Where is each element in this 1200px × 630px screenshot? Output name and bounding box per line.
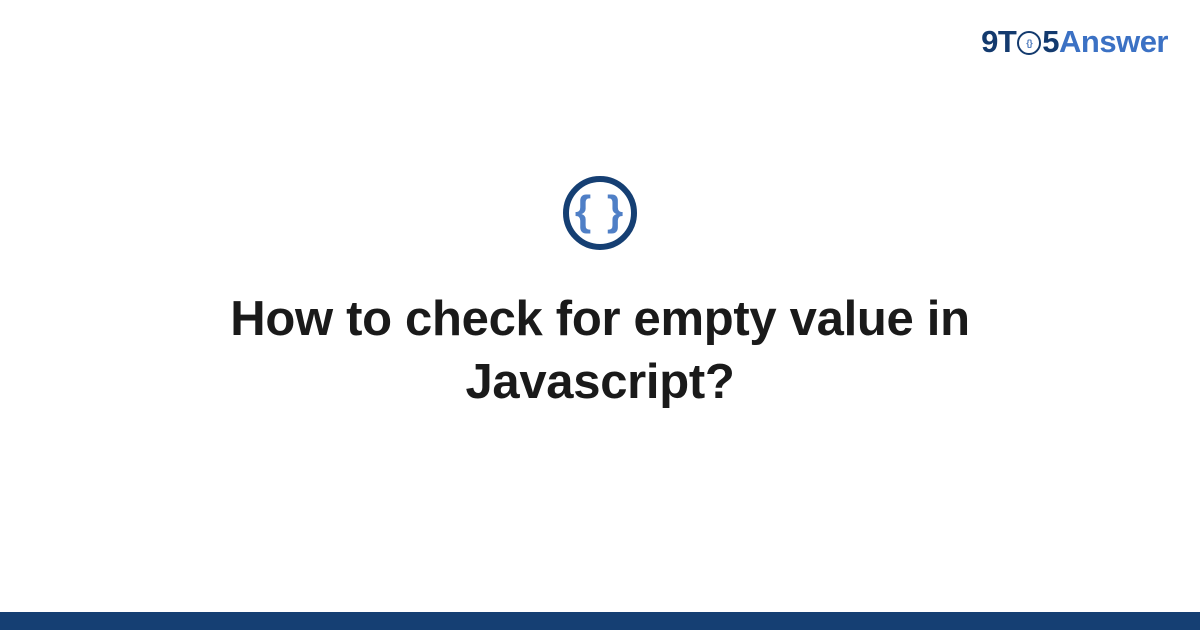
main-content: { } How to check for empty value in Java… [0, 0, 1200, 630]
braces-icon: { } [575, 190, 625, 232]
footer-accent-bar [0, 612, 1200, 630]
topic-icon-circle: { } [563, 176, 637, 250]
question-title: How to check for empty value in Javascri… [100, 288, 1100, 413]
